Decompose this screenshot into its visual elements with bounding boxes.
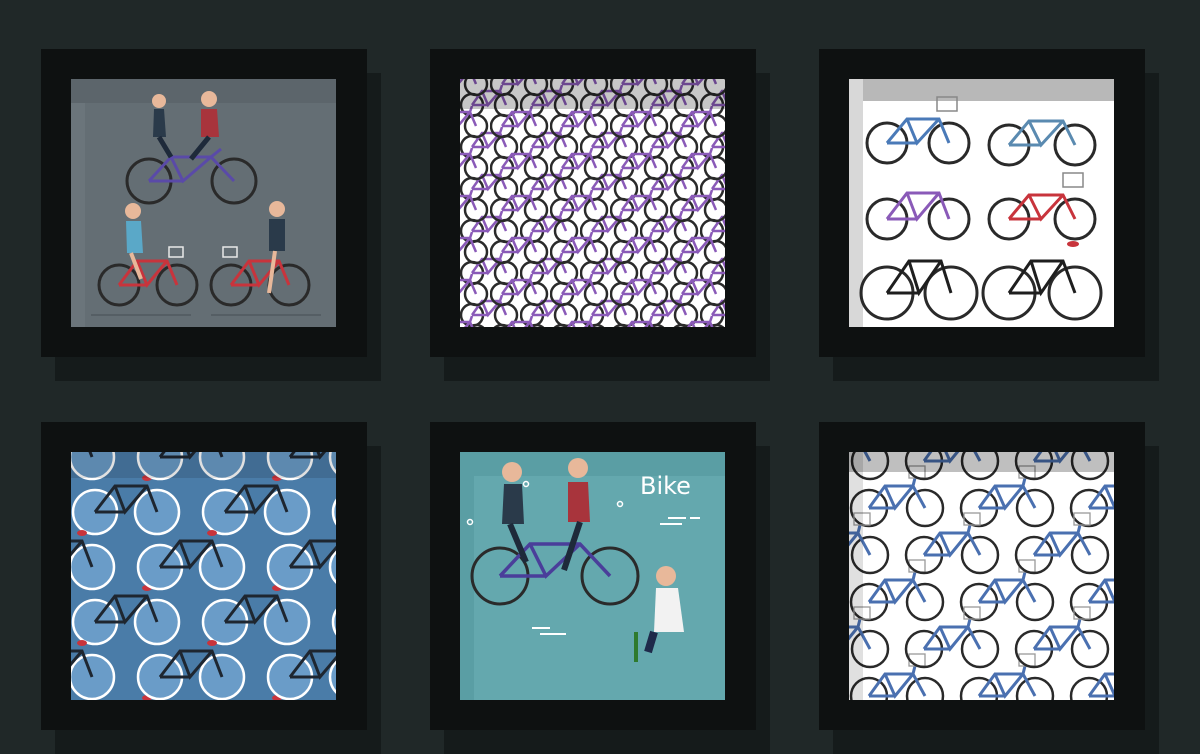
blue-basket-bike-pattern-illustration <box>849 452 1114 700</box>
six-bikes-illustration <box>849 79 1114 327</box>
poster-title: Bike <box>640 472 691 500</box>
tile-blue-basket-pattern <box>819 422 1159 754</box>
tile-purple-pattern <box>430 49 770 381</box>
purple-bike-pattern-illustration <box>460 79 725 327</box>
tandem-riders-illustration <box>71 79 336 327</box>
blue-bike-pattern-illustration <box>71 452 336 700</box>
tile-tandem-riders <box>41 49 381 381</box>
tile-bike-poster: Bike <box>430 422 770 754</box>
tile-six-bikes <box>819 49 1159 381</box>
tile-blue-pattern <box>41 422 381 754</box>
bike-poster-illustration: Bike <box>460 452 725 700</box>
